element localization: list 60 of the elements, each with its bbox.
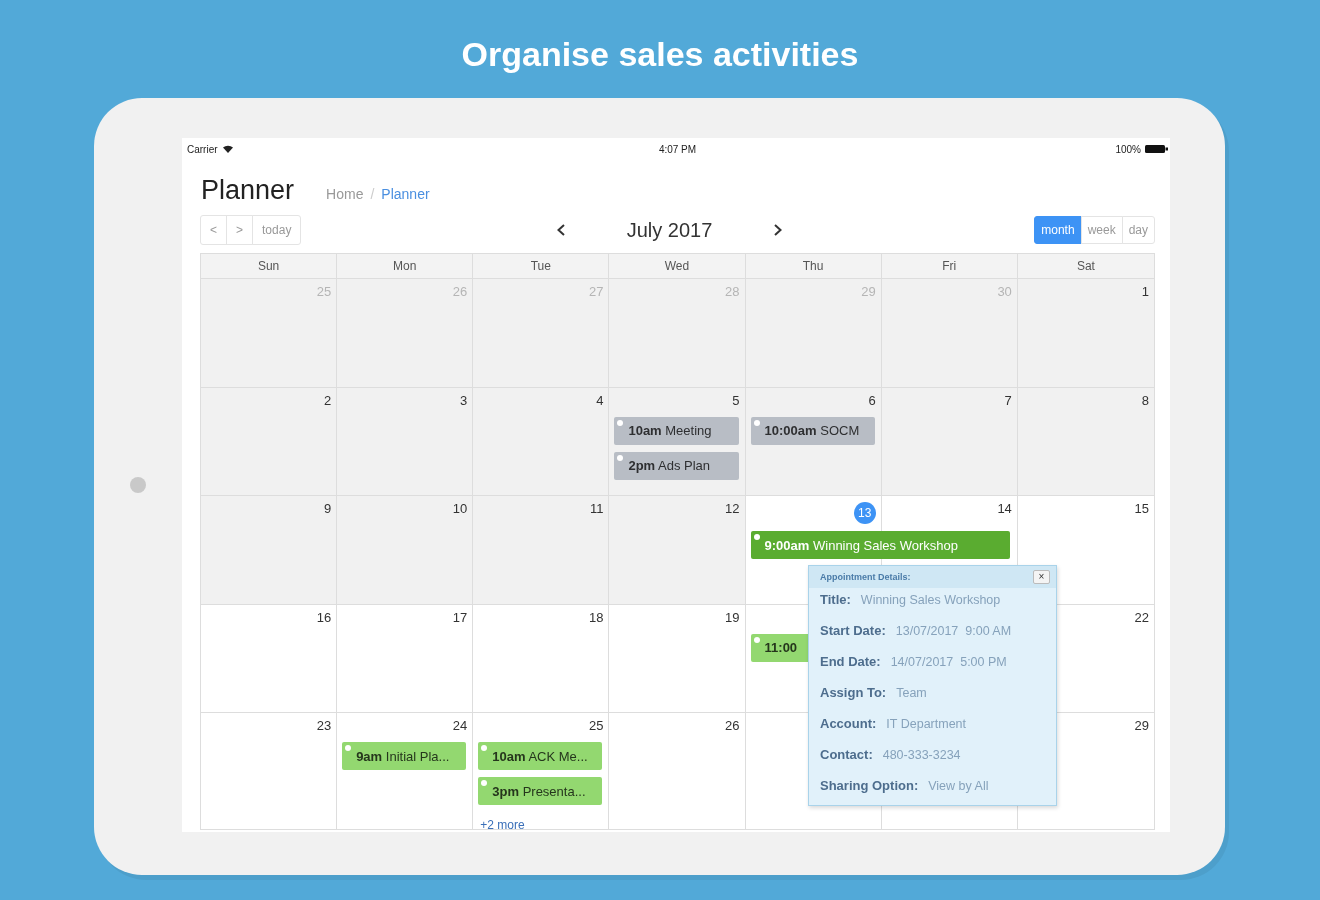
field-label: End Date: [820, 654, 881, 669]
field-value: IT Department [886, 716, 966, 731]
day-number: 26 [452, 284, 468, 299]
weekday-header: Fri [881, 254, 1018, 278]
field-value: 13/07/2017 9:00 AM [895, 623, 1012, 638]
clock-time: 4:07 PM [658, 143, 697, 155]
day-number: 11 [589, 501, 604, 516]
page-title: Planner [201, 174, 295, 206]
day-number: 18 [588, 609, 604, 625]
tooltip-title: Appointment Details: [820, 572, 911, 582]
day-number: 1 [1141, 284, 1149, 299]
field-label: Contact: [820, 747, 873, 762]
field-value: 14/07/2017 5:00 PM [890, 654, 1007, 669]
day-number: 13 [853, 502, 876, 524]
weekday-header: Sun [201, 254, 338, 278]
day-number: 5 [732, 392, 740, 408]
day-number: 25 [316, 284, 332, 299]
day-number: 24 [452, 718, 468, 733]
field-label: Title: [820, 592, 851, 607]
field-value: 480-333-3234 [882, 747, 961, 762]
field-value: Winning Sales Workshop [860, 592, 1001, 607]
headline: Organise sales activities [460, 34, 860, 75]
battery-percent: 100% [1115, 143, 1141, 155]
day-number: 30 [997, 284, 1012, 299]
day-number: 4 [596, 392, 604, 408]
day-number: 29 [1134, 718, 1149, 733]
day-number: 27 [588, 284, 604, 299]
weekday-header: Mon [337, 254, 474, 278]
day-number: 10 [452, 501, 468, 516]
day-number: 9 [323, 501, 332, 516]
day-number: 26 [725, 718, 740, 733]
weekday-header: Wed [609, 254, 746, 278]
day-number: 28 [725, 284, 740, 299]
weekday-header: Sat [1075, 258, 1096, 275]
day-number: 17 [452, 609, 468, 625]
day-number: 25 [588, 718, 604, 733]
field-label: Start Date: [820, 623, 886, 638]
day-number: 19 [725, 609, 740, 625]
breadcrumb-separator: / [370, 186, 375, 202]
weekday-header: Thu [745, 254, 882, 278]
day-number: 23 [316, 718, 332, 733]
day-number: 22 [1134, 609, 1149, 625]
field-label: Account: [820, 716, 877, 731]
day-number: 7 [1004, 392, 1012, 408]
field-label: Sharing Option: [820, 778, 919, 793]
day-number: 29 [861, 284, 876, 299]
day-number: 2 [323, 392, 332, 408]
field-value: Team [896, 685, 927, 700]
month-title: July 2017 [626, 218, 713, 242]
day-number: 15 [1134, 501, 1149, 516]
weekday-header: Tue [473, 254, 610, 278]
day-number: 16 [316, 609, 332, 625]
carrier-label: Carrier [187, 143, 218, 155]
day-number: 8 [1141, 392, 1149, 408]
day-number: 6 [868, 392, 876, 408]
day-number: 12 [725, 501, 740, 516]
field-value: View by All [928, 778, 989, 793]
day-number: 14 [997, 501, 1012, 516]
field-label: Assign To: [820, 685, 887, 700]
day-number: 3 [460, 392, 468, 408]
